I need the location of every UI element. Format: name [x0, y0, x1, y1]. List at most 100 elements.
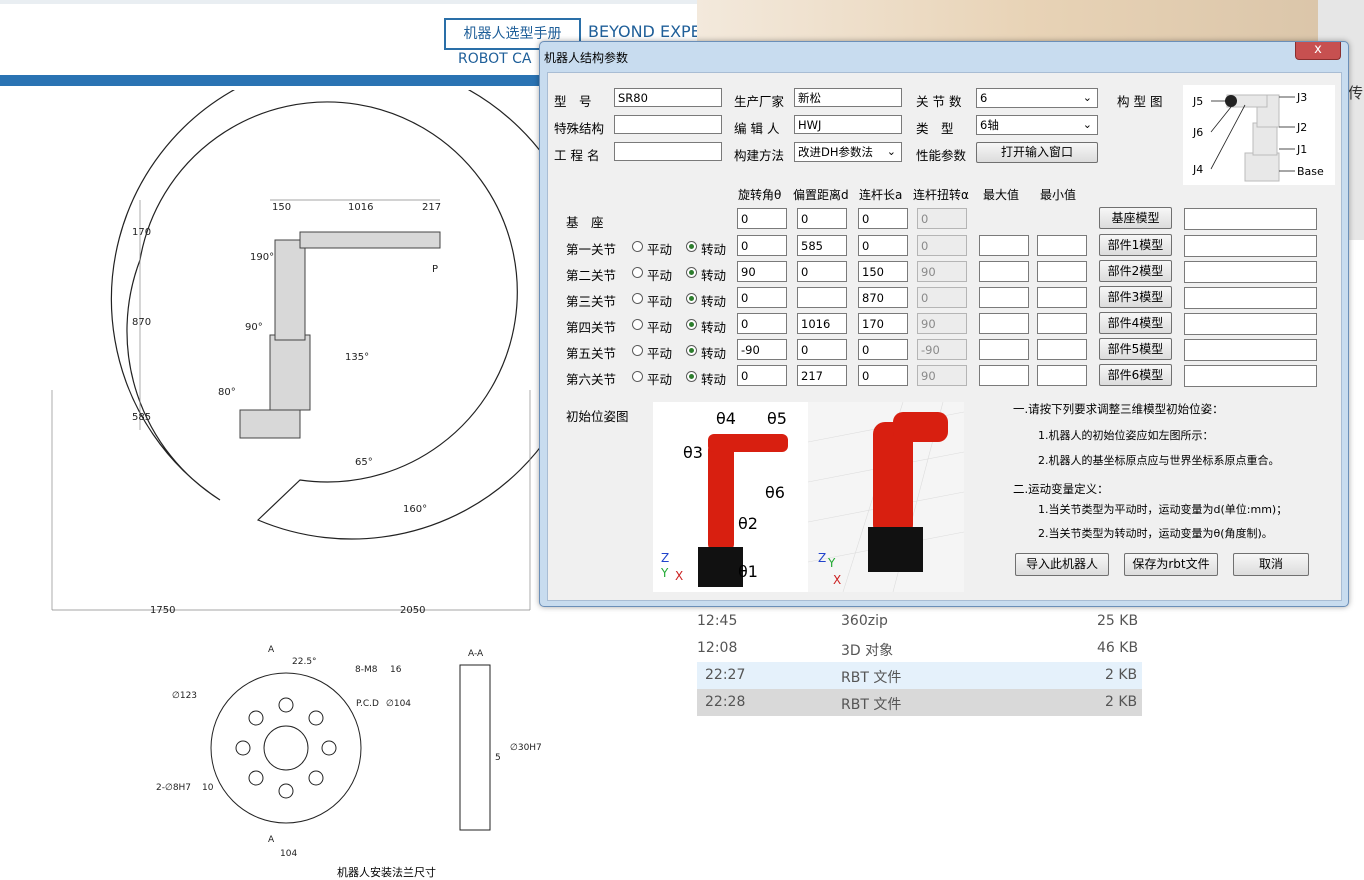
project-input[interactable]: [614, 142, 722, 161]
prismatic-radio[interactable]: [632, 319, 643, 330]
save-rbt-button[interactable]: 保存为rbt文件: [1124, 553, 1218, 576]
d-input[interactable]: 1016: [797, 313, 847, 334]
part-model-button[interactable]: 部件1模型: [1099, 234, 1172, 256]
model-input[interactable]: SR80: [614, 88, 722, 107]
prismatic-radio[interactable]: [632, 345, 643, 356]
prismatic-radio[interactable]: [632, 267, 643, 278]
base-theta-input[interactable]: 0: [737, 208, 787, 229]
max-input[interactable]: [979, 287, 1029, 308]
d-input[interactable]: 585: [797, 235, 847, 256]
cancel-button[interactable]: 取消: [1233, 553, 1309, 576]
a-input[interactable]: 0: [858, 365, 908, 386]
part-model-path-input[interactable]: [1184, 261, 1317, 283]
base-d-input[interactable]: 0: [797, 208, 847, 229]
revolute-radio[interactable]: [686, 319, 697, 330]
max-input[interactable]: [979, 339, 1029, 360]
theta-input[interactable]: 0: [737, 287, 787, 308]
part-model-button[interactable]: 部件2模型: [1099, 260, 1172, 282]
revolute-label: 转动: [701, 346, 727, 361]
part-model-path-input[interactable]: [1184, 287, 1317, 309]
theta-input[interactable]: -90: [737, 339, 787, 360]
part-model-button[interactable]: 部件5模型: [1099, 338, 1172, 360]
a-input[interactable]: 150: [858, 261, 908, 282]
max-input[interactable]: [979, 313, 1029, 334]
max-input[interactable]: [979, 261, 1029, 282]
maker-label: 生产厂家: [734, 94, 785, 109]
part-model-button[interactable]: 部件6模型: [1099, 364, 1172, 386]
part-model-path-input[interactable]: [1184, 313, 1317, 335]
min-input[interactable]: [1037, 339, 1087, 360]
flange-label: ∅104: [386, 699, 411, 709]
max-input[interactable]: [979, 235, 1029, 256]
revolute-radio[interactable]: [686, 241, 697, 252]
robot-params-dialog: 机器人结构参数 x 型 号 SR80 生产厂家 新松 关 节 数 6 ⌄ 构 型 …: [539, 41, 1349, 607]
revolute-label: 转动: [701, 294, 727, 309]
method-select[interactable]: 改进DH参数法 ⌄: [794, 142, 902, 162]
open-input-window-button[interactable]: 打开输入窗口: [976, 142, 1098, 163]
close-button[interactable]: x: [1295, 42, 1341, 60]
axis-label: X: [833, 573, 841, 587]
flange-label: 8-M8: [355, 665, 378, 675]
min-input[interactable]: [1037, 235, 1087, 256]
file-row[interactable]: 12:08 3D 对象 46 KB: [697, 635, 1142, 662]
maker-input[interactable]: 新松: [794, 88, 902, 107]
editor-input[interactable]: HWJ: [794, 115, 902, 134]
min-input[interactable]: [1037, 313, 1087, 334]
prismatic-label: 平动: [647, 346, 673, 361]
part-model-path-input[interactable]: [1184, 365, 1317, 387]
prismatic-radio[interactable]: [632, 293, 643, 304]
file-row[interactable]: 22:28 RBT 文件 2 KB: [697, 689, 1142, 716]
alpha-input: 90: [917, 313, 967, 334]
part-model-path-input[interactable]: [1184, 339, 1317, 361]
a-input[interactable]: 0: [858, 339, 908, 360]
file-row[interactable]: 12:45 360zip 25 KB: [697, 608, 1142, 635]
base-a-input[interactable]: 0: [858, 208, 908, 229]
pose-angle-label: θ4: [716, 409, 736, 428]
d-input[interactable]: 0: [797, 339, 847, 360]
special-input[interactable]: [614, 115, 722, 134]
joint-label: 第一关节: [566, 242, 617, 257]
max-input[interactable]: [979, 365, 1029, 386]
base-model-button[interactable]: 基座模型: [1099, 207, 1172, 229]
theta-input[interactable]: 0: [737, 235, 787, 256]
file-row[interactable]: 22:27 RBT 文件 2 KB: [697, 662, 1142, 689]
dialog-body: 型 号 SR80 生产厂家 新松 关 节 数 6 ⌄ 构 型 图 特殊结构 编 辑…: [547, 72, 1342, 601]
prismatic-radio[interactable]: [632, 241, 643, 252]
config-label: J4: [1192, 163, 1203, 176]
joints-select[interactable]: 6 ⌄: [976, 88, 1098, 108]
editor-label: 编 辑 人: [734, 121, 780, 136]
a-input[interactable]: 870: [858, 287, 908, 308]
revolute-radio[interactable]: [686, 345, 697, 356]
a-input[interactable]: 170: [858, 313, 908, 334]
min-input[interactable]: [1037, 287, 1087, 308]
prismatic-radio[interactable]: [632, 371, 643, 382]
min-input[interactable]: [1037, 261, 1087, 282]
theta-input[interactable]: 0: [737, 313, 787, 334]
import-robot-button[interactable]: 导入此机器人: [1015, 553, 1109, 576]
theta-input[interactable]: 90: [737, 261, 787, 282]
joint-label: 第三关节: [566, 294, 617, 309]
theta-input[interactable]: 0: [737, 365, 787, 386]
revolute-radio[interactable]: [686, 293, 697, 304]
dim-label: 870: [132, 317, 151, 328]
angle-label: 65°: [355, 457, 373, 468]
d-input[interactable]: 0: [797, 261, 847, 282]
axis-label: Y: [660, 566, 669, 580]
revolute-radio[interactable]: [686, 267, 697, 278]
d-input[interactable]: [797, 287, 847, 308]
part-model-button[interactable]: 部件4模型: [1099, 312, 1172, 334]
prismatic-label: 平动: [647, 372, 673, 387]
flange-label: ∅30H7: [510, 743, 542, 753]
part-model-button[interactable]: 部件3模型: [1099, 286, 1172, 308]
axis-label: Y: [827, 556, 836, 570]
a-input[interactable]: 0: [858, 235, 908, 256]
part-model-path-input[interactable]: [1184, 235, 1317, 257]
d-input[interactable]: 217: [797, 365, 847, 386]
min-input[interactable]: [1037, 365, 1087, 386]
flange-label: 22.5°: [292, 657, 317, 667]
base-model-path-input[interactable]: [1184, 208, 1317, 230]
file-time: 22:28: [705, 694, 746, 710]
type-select[interactable]: 6轴 ⌄: [976, 115, 1098, 135]
revolute-radio[interactable]: [686, 371, 697, 382]
dim-label: 170: [132, 227, 151, 238]
